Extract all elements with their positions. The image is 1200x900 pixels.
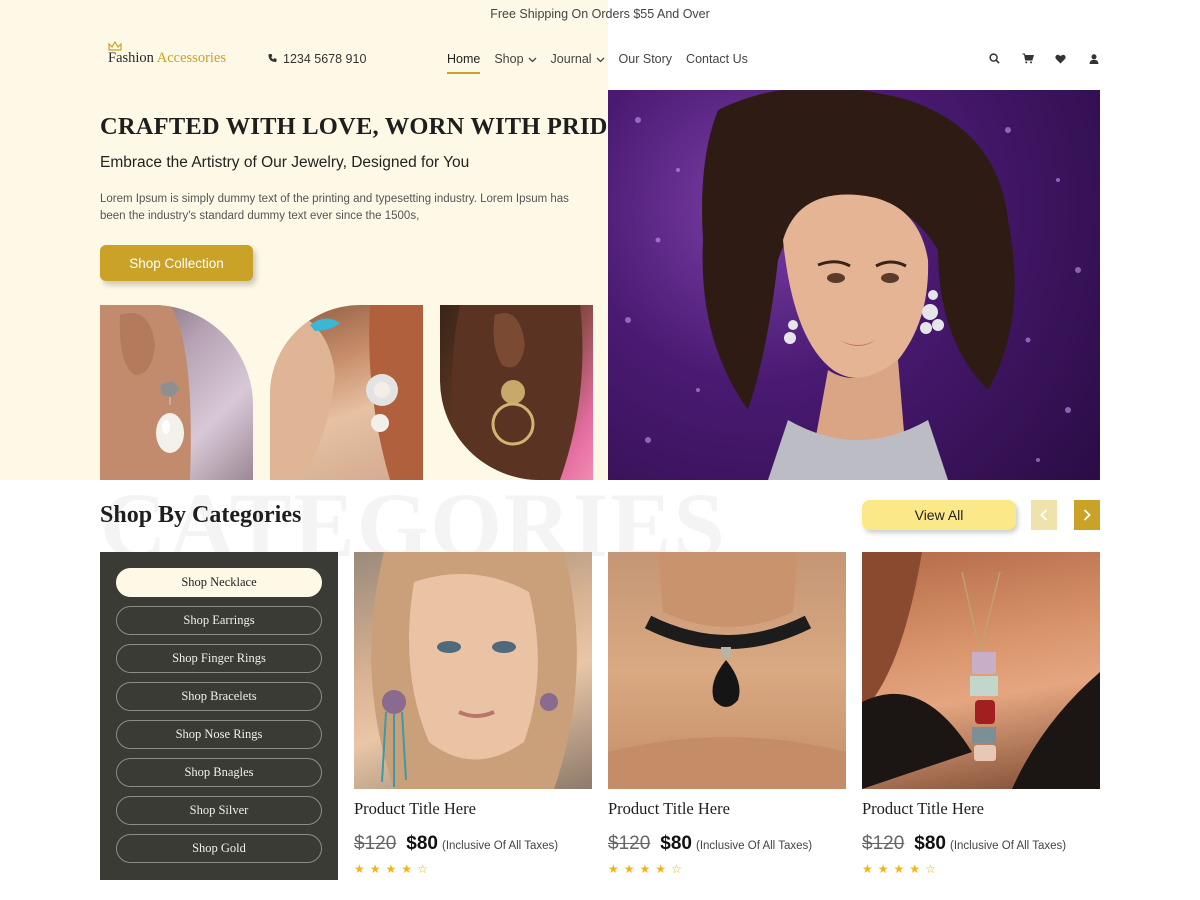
old-price: $120: [354, 833, 397, 854]
nav-shop[interactable]: Shop: [494, 50, 537, 68]
nav-our-story-label: Our Story: [618, 52, 673, 66]
category-panel: Shop Necklace Shop Earrings Shop Finger …: [100, 552, 338, 880]
phone-contact[interactable]: 1234 5678 910: [268, 52, 366, 66]
category-pill-finger-rings[interactable]: Shop Finger Rings: [116, 644, 322, 673]
product-title[interactable]: Product Title Here: [608, 799, 846, 819]
product-card[interactable]: Product Title Here $120 $80 (Inclusive O…: [862, 552, 1100, 875]
old-price: $120: [608, 833, 651, 854]
star-filled-icon: ★: [639, 862, 651, 876]
category-pill-silver[interactable]: Shop Silver: [116, 796, 322, 825]
brand-name-part1: Fashion: [108, 50, 154, 66]
old-price: $120: [862, 833, 905, 854]
star-filled-icon: ★: [862, 862, 873, 876]
nav-journal[interactable]: Journal: [551, 50, 605, 68]
product-title[interactable]: Product Title Here: [354, 799, 592, 819]
star-filled-icon: ★: [385, 862, 397, 876]
star-filled-icon: ★: [623, 862, 635, 876]
rating-stars: ★ ★ ★ ★ ☆: [862, 863, 1100, 875]
hero-main-image: [608, 90, 1100, 480]
category-pill-nose-rings[interactable]: Shop Nose Rings: [116, 720, 322, 749]
chevron-down-icon: [528, 52, 537, 66]
star-empty-icon: ☆: [417, 862, 428, 876]
product-title[interactable]: Product Title Here: [862, 799, 1100, 819]
product-image[interactable]: [354, 552, 592, 789]
phone-icon: [268, 52, 277, 66]
product-card[interactable]: Product Title Here $120 $80 (Inclusive O…: [354, 552, 592, 875]
category-pill-bangles[interactable]: Shop Bnagles: [116, 758, 322, 787]
chevron-left-icon: [1040, 506, 1048, 525]
category-pill-earrings[interactable]: Shop Earrings: [116, 606, 322, 635]
nav-our-story[interactable]: Our Story: [619, 50, 673, 68]
star-empty-icon: ☆: [671, 862, 682, 876]
star-empty-icon: ☆: [925, 862, 936, 876]
nav-home[interactable]: Home: [447, 50, 481, 74]
nav-shop-label: Shop: [494, 52, 524, 66]
main-nav: Home Shop Journal Our Story Contact Us: [447, 50, 762, 74]
category-pill-bracelets[interactable]: Shop Bracelets: [116, 682, 322, 711]
product-image[interactable]: [608, 552, 846, 789]
carousel-prev-button[interactable]: [1031, 500, 1057, 530]
nav-contact-us-label: Contact Us: [686, 52, 748, 66]
rating-stars: ★ ★ ★ ★ ☆: [354, 863, 592, 875]
brand-name: Fashion Accessories: [108, 50, 226, 67]
hero-title: CRAFTED WITH LOVE, WORN WITH PRIDE: [100, 113, 625, 140]
hero-description: Lorem Ipsum is simply dummy text of the …: [100, 193, 569, 222]
user-icon[interactable]: [1087, 52, 1100, 65]
price-row: $120 $80 (Inclusive Of All Taxes): [354, 833, 592, 855]
tax-note: (Inclusive Of All Taxes): [441, 840, 559, 852]
star-filled-icon: ★: [877, 862, 889, 876]
search-icon[interactable]: [988, 52, 1001, 65]
current-price: $80: [914, 833, 946, 854]
price-row: $120 $80 (Inclusive Of All Taxes): [862, 833, 1100, 855]
phone-number: 1234 5678 910: [283, 52, 367, 66]
header-icons: [988, 52, 1100, 65]
categories-title: Shop By Categories: [100, 502, 302, 528]
carousel-next-button[interactable]: [1074, 500, 1100, 530]
promo-banner: Free Shipping On Orders $55 And Over: [490, 7, 710, 21]
category-pill-necklace[interactable]: Shop Necklace: [116, 568, 322, 597]
tax-note: (Inclusive Of All Taxes): [695, 840, 813, 852]
price-row: $120 $80 (Inclusive Of All Taxes): [608, 833, 846, 855]
star-filled-icon: ★: [893, 862, 905, 876]
current-price: $80: [660, 833, 692, 854]
chevron-right-icon: [1083, 506, 1091, 525]
heart-icon[interactable]: [1054, 52, 1067, 65]
brand-name-part2: Accessories: [156, 50, 227, 66]
star-filled-icon: ★: [608, 862, 619, 876]
star-filled-icon: ★: [401, 862, 413, 876]
chevron-down-icon: [596, 52, 605, 66]
current-price: $80: [406, 833, 438, 854]
star-filled-icon: ★: [369, 862, 381, 876]
star-filled-icon: ★: [909, 862, 921, 876]
hero-subtitle: Embrace the Artistry of Our Jewelry, Des…: [100, 154, 470, 171]
cart-icon[interactable]: [1021, 52, 1034, 65]
nav-home-label: Home: [447, 52, 481, 66]
nav-journal-label: Journal: [550, 52, 592, 66]
star-filled-icon: ★: [354, 862, 365, 876]
star-filled-icon: ★: [655, 862, 667, 876]
rating-stars: ★ ★ ★ ★ ☆: [608, 863, 846, 875]
nav-contact-us[interactable]: Contact Us: [686, 50, 748, 68]
category-pill-gold[interactable]: Shop Gold: [116, 834, 322, 863]
shop-collection-button[interactable]: Shop Collection: [100, 245, 253, 281]
view-all-button[interactable]: View All: [862, 500, 1016, 530]
product-card[interactable]: Product Title Here $120 $80 (Inclusive O…: [608, 552, 846, 875]
tax-note: (Inclusive Of All Taxes): [949, 840, 1067, 852]
product-image[interactable]: [862, 552, 1100, 789]
